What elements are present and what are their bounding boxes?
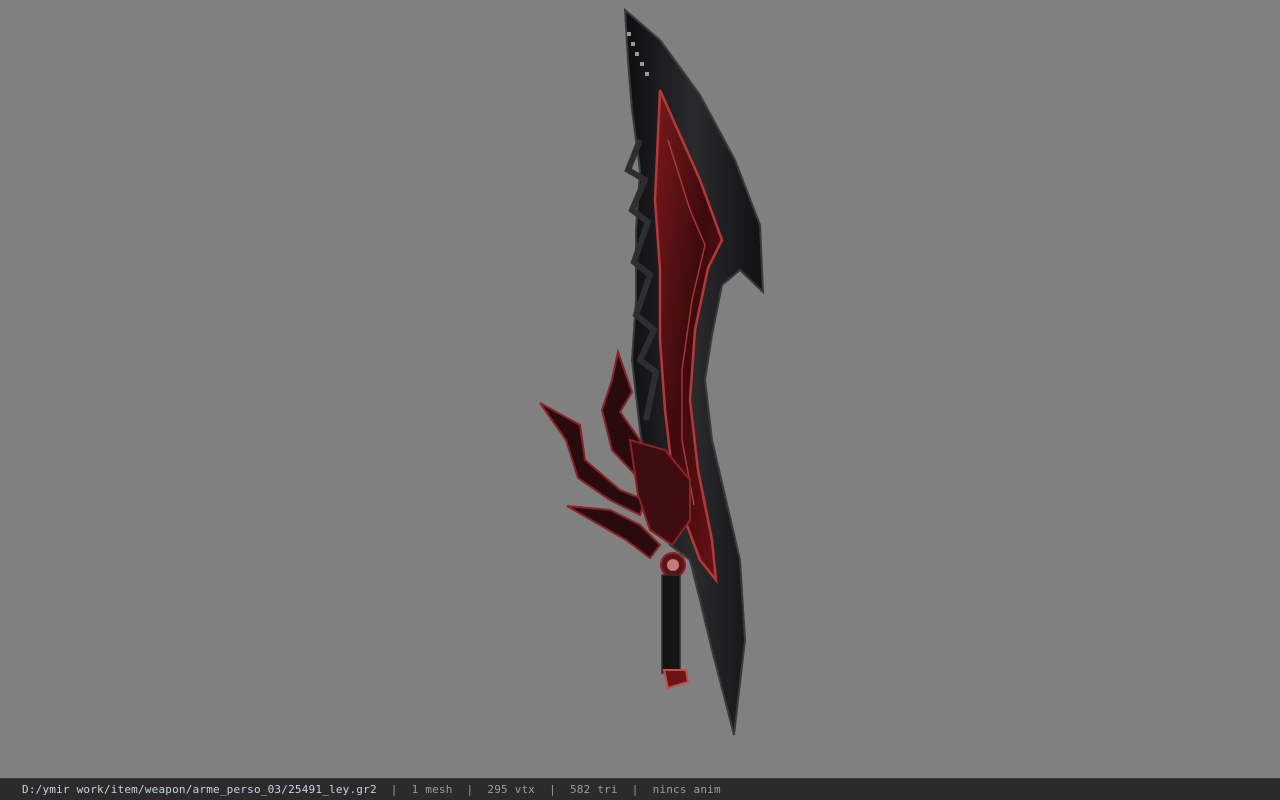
separator: | (631, 783, 639, 796)
status-bar: D:/ymir work/item/weapon/arme_perso_03/2… (0, 778, 1280, 800)
vertex-count: 295 vtx (487, 783, 536, 796)
separator: | (549, 783, 556, 796)
sword-model (539, 7, 765, 736)
sword-handle (661, 574, 681, 674)
separator: | (390, 783, 398, 796)
file-path: D:/ymir work/item/weapon/arme_perso_03/2… (22, 783, 377, 796)
mesh-count: 1 mesh (411, 783, 453, 796)
separator: | (466, 783, 474, 796)
3d-viewport[interactable] (0, 0, 1280, 778)
animation-status: nincs anim (652, 783, 721, 796)
blade (623, 7, 765, 736)
triangle-count: 582 tri (569, 783, 618, 796)
sword-pommel (662, 669, 690, 690)
